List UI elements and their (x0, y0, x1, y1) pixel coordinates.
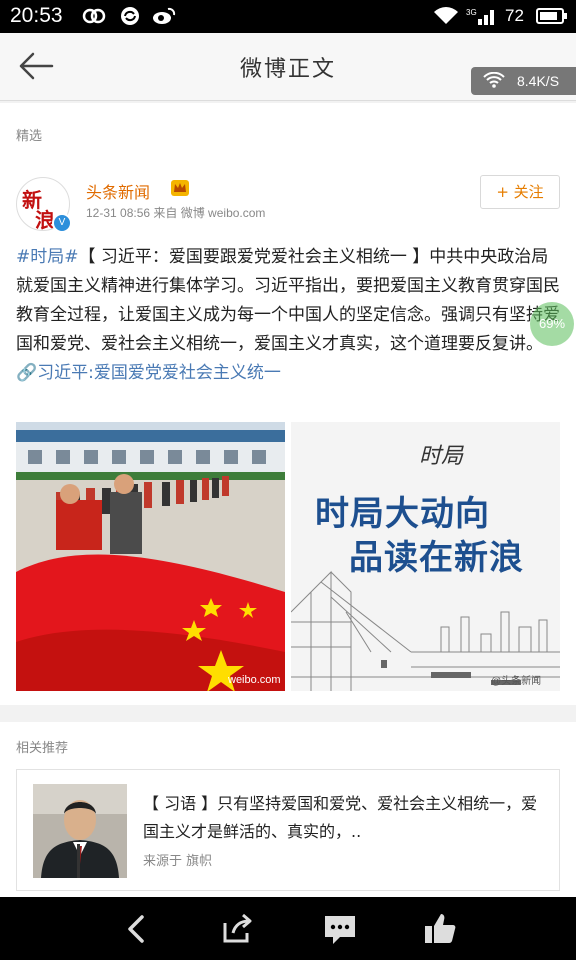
battery-icon (536, 8, 567, 24)
flag-photo (16, 422, 285, 691)
post-link[interactable]: 🔗习近平:爱国爱党爱社会主义统一 (16, 363, 281, 383)
bottom-toolbar (0, 897, 576, 960)
post-card: 精选 新 浪 V 头条新闻 12-31 08:56 来自 微博 weibo.co… (0, 103, 576, 705)
banner-line-1: 时局大动向 (315, 494, 490, 534)
author-name[interactable]: 头条新闻 (86, 179, 150, 203)
comment-icon[interactable] (320, 909, 360, 949)
status-time: 20:53 (10, 4, 63, 27)
weibo-icon (153, 7, 176, 24)
related-title: 【 习语 】只有坚持爱国和爱党、爱社会主义相统一，爱国主义才是鲜活的、真实的，.… (143, 794, 538, 841)
image-watermark: weibo.com (228, 674, 281, 686)
portrait-photo (33, 784, 127, 878)
post-image-banner[interactable]: 时局 时局大动向 品读在新浪 @头条新闻 (291, 422, 560, 691)
post-meta: 12-31 08:56 来自 微博 weibo.com (86, 206, 266, 220)
net-speed-overlay: 8.4K/S (471, 67, 576, 95)
banner-calligraphy: 时局 (419, 444, 464, 469)
signal-icon: 3G (466, 8, 494, 25)
share-icon[interactable] (217, 909, 257, 949)
related-section: 相关推荐 【 习语 】只有坚持爱国和爱党、爱社会主义相统一，爱国主义才是鲜活的、… (0, 722, 576, 897)
post-body-text: 【 习近平：爱国要跟爱党爱社会主义相统一 】中共中央政治局就爱国主义精神进行集体… (16, 247, 560, 354)
verified-badge-icon: V (52, 213, 72, 233)
banner-line-2: 品读在新浪 (349, 538, 524, 578)
net-speed-text: 8.4K/S (517, 73, 560, 89)
wifi-icon (434, 7, 458, 24)
svg-text:3G: 3G (466, 8, 477, 17)
follow-button[interactable]: + 关注 (480, 175, 560, 209)
banner-watermark: @头条新闻 (491, 676, 542, 687)
battery-level: 72 (505, 6, 524, 25)
percent-bubble[interactable]: 69% (530, 302, 574, 346)
status-bar: 20:53 3G 72 (0, 0, 576, 33)
section-label-featured: 精选 (16, 129, 43, 144)
post-body: #时局#【 习近平：爱国要跟爱党爱社会主义相统一 】中共中央政治局就爱国主义精神… (16, 243, 561, 388)
like-icon[interactable] (420, 909, 460, 949)
section-label-related: 相关推荐 (16, 741, 69, 756)
related-item[interactable]: 【 习语 】只有坚持爱国和爱党、爱社会主义相统一，爱国主义才是鲜活的、真实的，.… (16, 769, 560, 891)
wifi-speed-icon (483, 72, 505, 88)
topic-tag[interactable]: #时局# (16, 247, 79, 267)
title-bar: 微博正文 ••• 8.4K/S (0, 33, 576, 101)
sync-icon (121, 7, 139, 25)
link-icon (82, 8, 106, 24)
back-icon[interactable] (116, 909, 156, 949)
related-source: 来源于 旗帜 (143, 854, 213, 869)
post-image-flag[interactable]: weibo.com (16, 422, 285, 691)
related-thumbnail (33, 784, 127, 878)
crown-badge-icon (171, 180, 189, 196)
